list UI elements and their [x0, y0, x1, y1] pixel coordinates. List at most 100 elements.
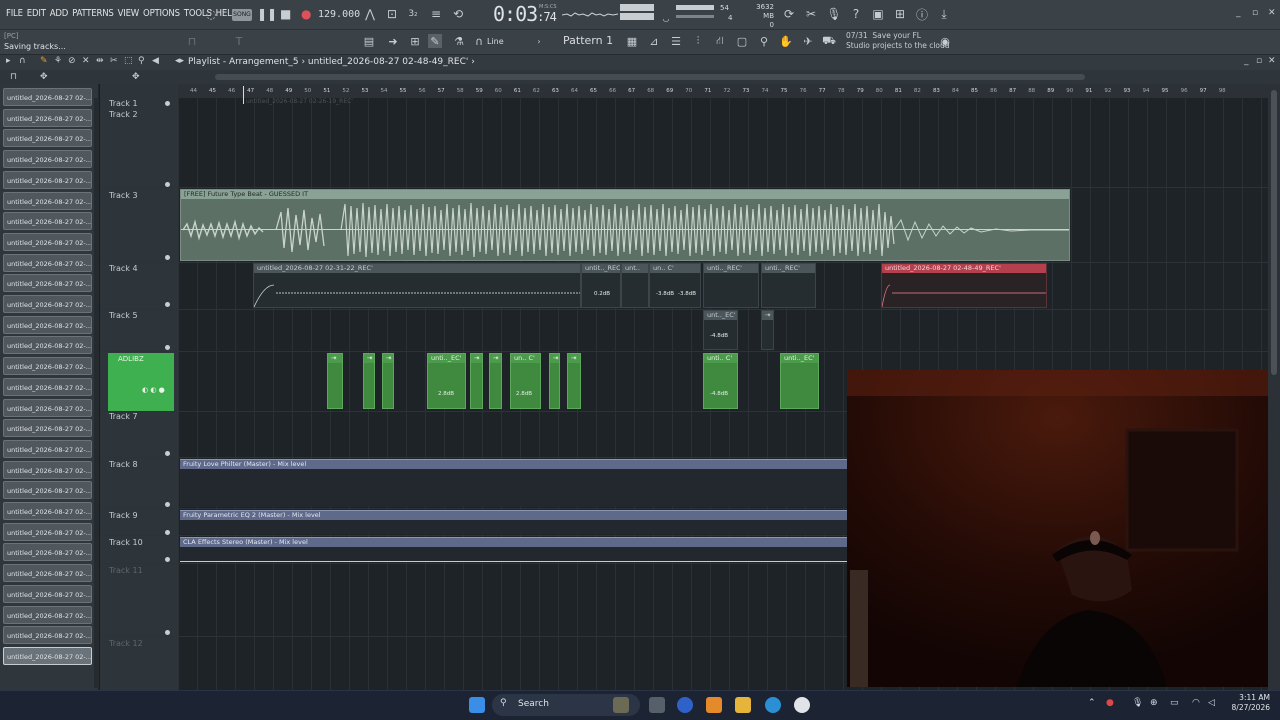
- adlib-clip[interactable]: ⇥: [382, 353, 394, 409]
- picker-item[interactable]: untitled_2026-08-27 02-...: [3, 543, 92, 562]
- step-sequencer-icon[interactable]: ☰: [669, 34, 683, 48]
- master-volume-slider[interactable]: [676, 5, 714, 10]
- network-tray-icon[interactable]: ⊕: [1150, 698, 1158, 708]
- scroll-thumb[interactable]: [1271, 90, 1277, 375]
- track-name-9[interactable]: Track 9: [109, 511, 138, 520]
- help-icon[interactable]: ?: [848, 6, 864, 22]
- master-pitch-slider[interactable]: [676, 15, 714, 18]
- playback-tool-icon[interactable]: ◀: [152, 56, 159, 66]
- hint-icon[interactable]: ◌: [203, 6, 219, 22]
- track-name-7[interactable]: Track 7: [109, 412, 138, 421]
- track-name-12[interactable]: Track 12: [109, 639, 143, 648]
- snap-mode[interactable]: Line: [487, 37, 504, 46]
- pat-song-toggle[interactable]: SONG: [232, 9, 252, 21]
- picker-item[interactable]: untitled_2026-08-27 02-...: [3, 460, 92, 479]
- menu-options[interactable]: OPTIONS: [143, 8, 180, 19]
- picker-item[interactable]: untitled_2026-08-27 02-...: [3, 150, 92, 169]
- delete-tool-icon[interactable]: ⊘: [68, 56, 76, 66]
- picker-scrollbar[interactable]: [94, 98, 99, 688]
- browser-icon[interactable]: ▢: [735, 34, 749, 48]
- start-icon[interactable]: [469, 697, 485, 713]
- file-explorer-icon[interactable]: [735, 697, 751, 713]
- select-tool-icon[interactable]: ⬚: [124, 56, 133, 66]
- picker-item[interactable]: untitled_2026-08-27 02-...: [3, 502, 92, 520]
- playlist-magnet-icon[interactable]: ∩: [19, 56, 26, 66]
- track-mute-dot-5[interactable]: [165, 345, 170, 350]
- paint-brush-icon[interactable]: ⚘: [54, 56, 62, 66]
- wait-input-icon[interactable]: ⊡: [384, 6, 400, 22]
- track-name-2[interactable]: Track 2: [109, 110, 138, 119]
- adlib-clip[interactable]: ⇥: [549, 353, 560, 409]
- automation-clip-3[interactable]: CLA Effects Stereo (Master) - Mix level: [180, 537, 847, 562]
- cut-tool-icon[interactable]: ✂: [803, 6, 819, 22]
- track-name-11[interactable]: Track 11: [109, 566, 143, 575]
- adlib-clip[interactable]: ⇥: [567, 353, 581, 409]
- audio-clip-t5[interactable]: unt.._EC' -4.8dB: [703, 310, 738, 350]
- picker-item[interactable]: untitled_2026-08-27 02-...: [3, 564, 92, 583]
- audio-clip-rec-d[interactable]: unti.._REC': [703, 263, 759, 308]
- playlist-maximize-icon[interactable]: ▫: [1256, 56, 1262, 66]
- adlib-clip-d[interactable]: unti.._EC': [780, 353, 819, 409]
- countdown-icon[interactable]: 3₂: [405, 6, 421, 22]
- track-name-4[interactable]: Track 4: [109, 264, 138, 273]
- audio-clip-rec-e[interactable]: unti.._REC': [761, 263, 816, 308]
- adlib-clip[interactable]: ⇥: [470, 353, 483, 409]
- playlist-arrow-icon[interactable]: ◂▸: [175, 56, 184, 66]
- display-tray-icon[interactable]: ▭: [1170, 698, 1179, 708]
- audio-clip-t5b[interactable]: ⇥: [761, 310, 774, 350]
- track-mute-dot-1[interactable]: [165, 101, 170, 106]
- blend-notes-icon[interactable]: ≡: [428, 6, 444, 22]
- track-mute-dot-7[interactable]: [165, 451, 170, 456]
- picker-item[interactable]: untitled_2026-08-27 02-...: [3, 336, 92, 355]
- audio-clip-rec-c[interactable]: un.. C' -3.8dB -3.8dB: [649, 263, 701, 308]
- menu-patterns[interactable]: PATTERNS: [72, 8, 114, 19]
- audio-clip-rec-b[interactable]: unt..: [621, 263, 649, 308]
- h-zoom-icon[interactable]: ✥: [132, 72, 140, 82]
- adlib-clip[interactable]: ⇥: [363, 353, 375, 409]
- picker-item[interactable]: untitled_2026-08-27 02-...: [3, 212, 92, 231]
- save-icon[interactable]: ▣: [870, 6, 886, 22]
- cloud-icon[interactable]: ◉: [938, 34, 952, 48]
- playlist-menu-icon[interactable]: ▸: [6, 56, 11, 66]
- arrows-icon[interactable]: ✥: [40, 72, 48, 82]
- play-button[interactable]: ❚❚: [257, 7, 277, 21]
- picker-item[interactable]: untitled_2026-08-27 02-...: [3, 191, 92, 210]
- picker-item[interactable]: untitled_2026-08-27 02-...: [3, 170, 92, 189]
- picker-item[interactable]: untitled_2026-08-27 02-...: [3, 646, 92, 665]
- automation-clip-2[interactable]: Fruity Parametric EQ 2 (Master) - Mix le…: [180, 510, 847, 534]
- picker-item[interactable]: untitled_2026-08-27 02-...: [3, 253, 92, 272]
- close-icon[interactable]: ✕: [1268, 8, 1276, 18]
- track-name-8[interactable]: Track 8: [109, 460, 138, 469]
- playlist-view-icon[interactable]: ▤: [362, 34, 376, 48]
- pencil-tool-icon[interactable]: ✎: [40, 56, 48, 66]
- track-header-adlibz[interactable]: ADLIBZ ◐ ◐ ●: [108, 353, 174, 411]
- track-knob-icon[interactable]: ◐ ◐ ●: [142, 386, 165, 394]
- track-mute-dot-11[interactable]: [165, 630, 170, 635]
- channel-rack-icon[interactable]: ⊞: [408, 34, 422, 48]
- track-name-3[interactable]: Track 3: [109, 191, 138, 200]
- stop-button[interactable]: ■: [280, 7, 291, 21]
- track-mute-dot-3[interactable]: [165, 255, 170, 260]
- arrow-right-icon[interactable]: ➜: [386, 34, 400, 48]
- magnet-icon[interactable]: T: [232, 34, 246, 48]
- picker-item[interactable]: untitled_2026-08-27 02-...: [3, 605, 92, 624]
- microphone-icon[interactable]: 🎙: [826, 6, 842, 22]
- picker-item[interactable]: untitled_2026-08-27 02-...: [3, 377, 92, 396]
- metronome-icon[interactable]: ⋀: [362, 6, 378, 22]
- download-icon[interactable]: ⤓: [936, 6, 952, 22]
- loop-record-icon[interactable]: ⟲: [450, 6, 466, 22]
- picker-toggle-icon[interactable]: ⊓: [10, 72, 17, 82]
- picker-item[interactable]: untitled_2026-08-27 02-...: [3, 88, 92, 106]
- task-view-icon[interactable]: [649, 697, 665, 713]
- undo-history-icon[interactable]: ⟳: [781, 6, 797, 22]
- menu-add[interactable]: ADD: [50, 8, 69, 19]
- master-pitch-icon[interactable]: ◡: [658, 10, 674, 26]
- playhead[interactable]: [243, 86, 244, 104]
- adlib-clip-c[interactable]: unti.. C' -4.8dB: [703, 353, 738, 409]
- taskbar-clock[interactable]: 3:11 AM 8/27/2026: [1226, 693, 1270, 713]
- track-name-1[interactable]: Track 1: [109, 99, 138, 108]
- track-name-10[interactable]: Track 10: [109, 538, 143, 547]
- menu-view[interactable]: VIEW: [118, 8, 140, 19]
- news-panel[interactable]: 07/31 Save your FL Studio projects to th…: [846, 31, 950, 51]
- picker-item[interactable]: untitled_2026-08-27 02-...: [3, 357, 92, 376]
